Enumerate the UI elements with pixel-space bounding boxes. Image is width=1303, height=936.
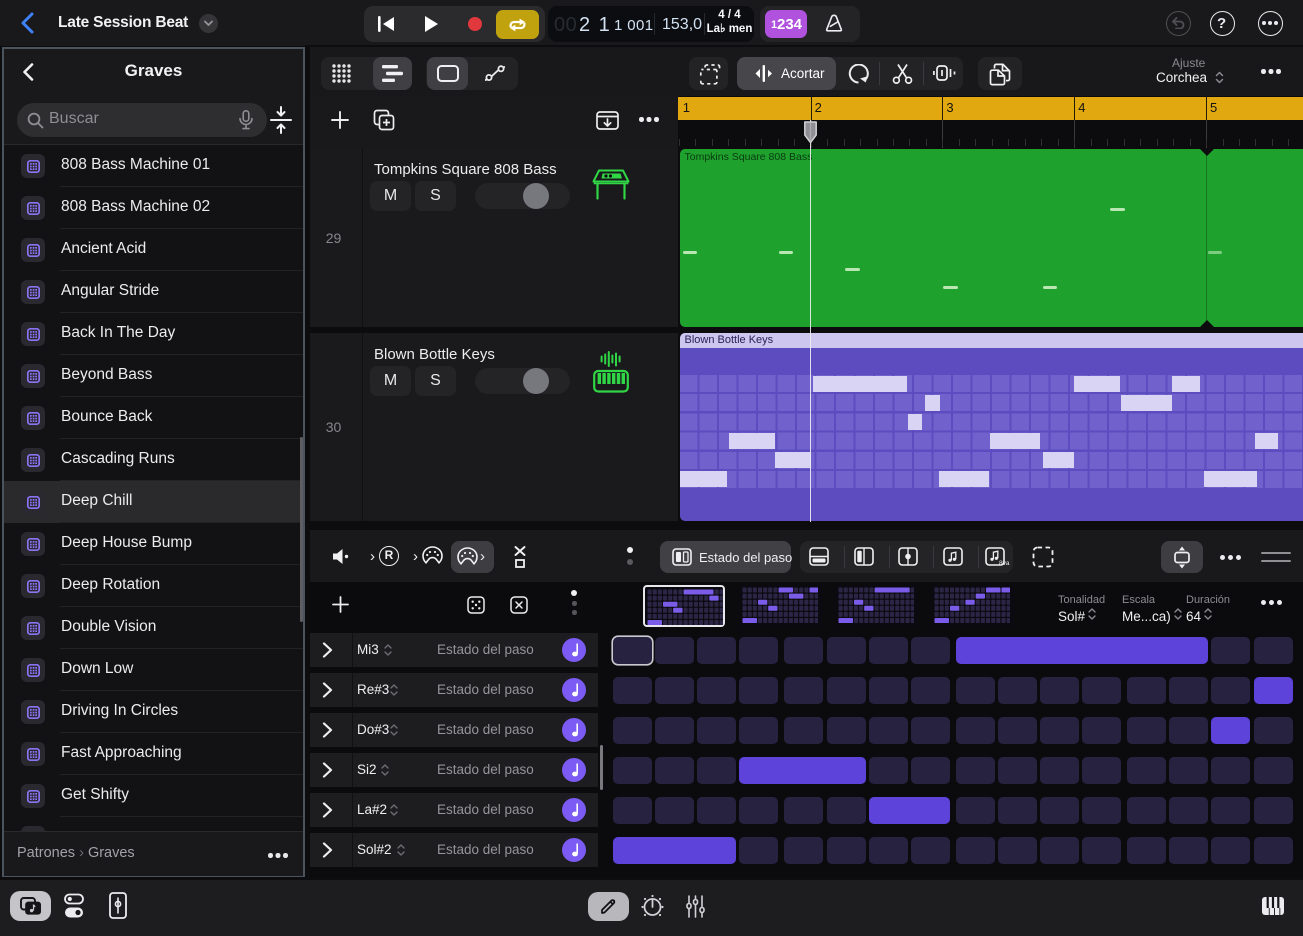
svg-text:8va: 8va [999, 560, 1010, 566]
